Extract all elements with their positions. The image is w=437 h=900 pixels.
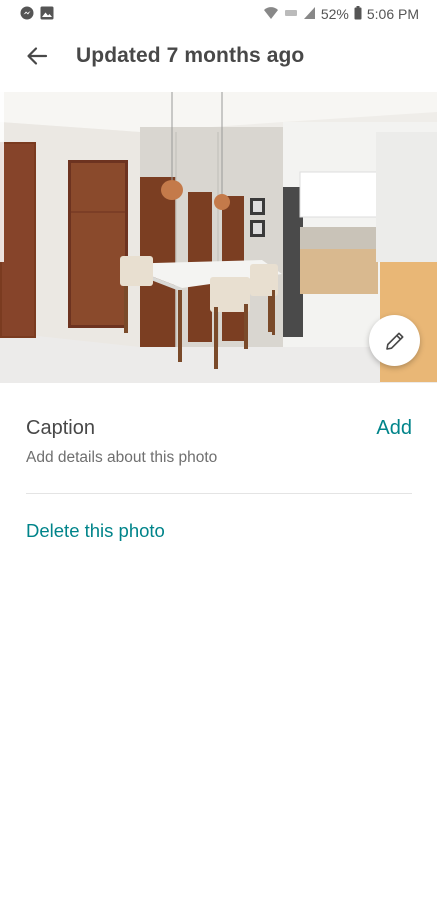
caption-hint: Add details about this photo (26, 449, 218, 466)
status-time: 5:06 PM (366, 6, 419, 22)
divider (26, 493, 412, 494)
battery-icon (354, 5, 362, 23)
wifi-icon (263, 6, 279, 23)
pencil-icon (385, 332, 403, 350)
status-right: 52% 5:06 PM (263, 5, 419, 23)
edit-photo-button[interactable] (369, 315, 420, 366)
delete-photo-button[interactable]: Delete this photo (26, 520, 165, 542)
signal-icon (303, 6, 316, 23)
top-app-bar: Updated 7 months ago (0, 28, 437, 84)
caption-label: Caption (26, 416, 95, 439)
status-left (20, 6, 54, 23)
arrow-left-icon (27, 47, 48, 65)
battery-percent: 52% (320, 6, 349, 22)
messenger-icon (20, 6, 34, 23)
caption-row: Caption Add (26, 414, 412, 442)
status-bar: 52% 5:06 PM (0, 0, 437, 28)
listing-photo[interactable] (0, 92, 437, 383)
vowifi-icon (284, 6, 298, 22)
back-button[interactable] (17, 36, 57, 76)
page-title: Updated 7 months ago (76, 44, 305, 67)
gallery-icon (40, 6, 54, 23)
add-caption-button[interactable]: Add (376, 417, 412, 440)
